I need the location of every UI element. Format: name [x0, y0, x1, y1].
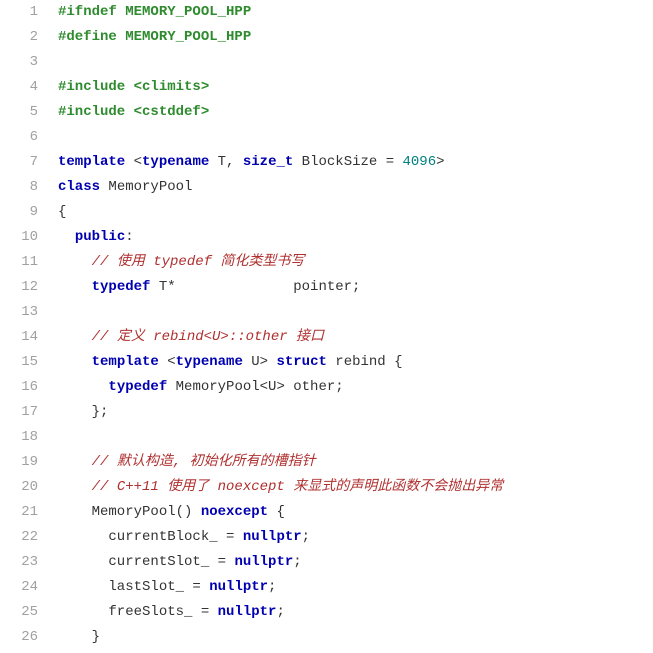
- code-line: template <typename T, size_t BlockSize =…: [50, 150, 653, 175]
- code-line: #include <climits>: [50, 75, 653, 100]
- code-line: // 默认构造, 初始化所有的槽指针: [50, 450, 653, 475]
- line-number: 7: [0, 150, 38, 175]
- line-number: 8: [0, 175, 38, 200]
- code-line: template <typename U> struct rebind {: [50, 350, 653, 375]
- line-number: 22: [0, 525, 38, 550]
- line-number: 12: [0, 275, 38, 300]
- code-line: [50, 425, 653, 450]
- code-line: #ifndef MEMORY_POOL_HPP: [50, 0, 653, 25]
- line-number-gutter: 1234567891011121314151617181920212223242…: [0, 0, 50, 650]
- line-number: 10: [0, 225, 38, 250]
- line-number: 11: [0, 250, 38, 275]
- code-line: // 定义 rebind<U>::other 接口: [50, 325, 653, 350]
- code-line: currentBlock_ = nullptr;: [50, 525, 653, 550]
- line-number: 13: [0, 300, 38, 325]
- code-line: [50, 50, 653, 75]
- code-line: #define MEMORY_POOL_HPP: [50, 25, 653, 50]
- line-number: 3: [0, 50, 38, 75]
- line-number: 5: [0, 100, 38, 125]
- code-line: };: [50, 400, 653, 425]
- line-number: 21: [0, 500, 38, 525]
- code-line: [50, 300, 653, 325]
- line-number: 6: [0, 125, 38, 150]
- code-line: // 使用 typedef 简化类型书写: [50, 250, 653, 275]
- code-line: // C++11 使用了 noexcept 来显式的声明此函数不会抛出异常: [50, 475, 653, 500]
- code-line: freeSlots_ = nullptr;: [50, 600, 653, 625]
- line-number: 26: [0, 625, 38, 650]
- line-number: 2: [0, 25, 38, 50]
- line-number: 25: [0, 600, 38, 625]
- line-number: 24: [0, 575, 38, 600]
- code-line: typedef MemoryPool<U> other;: [50, 375, 653, 400]
- line-number: 4: [0, 75, 38, 100]
- line-number: 23: [0, 550, 38, 575]
- code-editor: 1234567891011121314151617181920212223242…: [0, 0, 653, 650]
- line-number: 20: [0, 475, 38, 500]
- line-number: 19: [0, 450, 38, 475]
- code-line: [50, 125, 653, 150]
- code-line: #include <cstddef>: [50, 100, 653, 125]
- code-line: {: [50, 200, 653, 225]
- line-number: 15: [0, 350, 38, 375]
- line-number: 17: [0, 400, 38, 425]
- code-line: lastSlot_ = nullptr;: [50, 575, 653, 600]
- code-line: MemoryPool() noexcept {: [50, 500, 653, 525]
- line-number: 1: [0, 0, 38, 25]
- line-number: 18: [0, 425, 38, 450]
- code-line: }: [50, 625, 653, 650]
- code-line: public:: [50, 225, 653, 250]
- code-line: class MemoryPool: [50, 175, 653, 200]
- code-area: #ifndef MEMORY_POOL_HPP#define MEMORY_PO…: [50, 0, 653, 650]
- code-line: currentSlot_ = nullptr;: [50, 550, 653, 575]
- line-number: 16: [0, 375, 38, 400]
- line-number: 14: [0, 325, 38, 350]
- code-line: typedef T* pointer;: [50, 275, 653, 300]
- line-number: 9: [0, 200, 38, 225]
